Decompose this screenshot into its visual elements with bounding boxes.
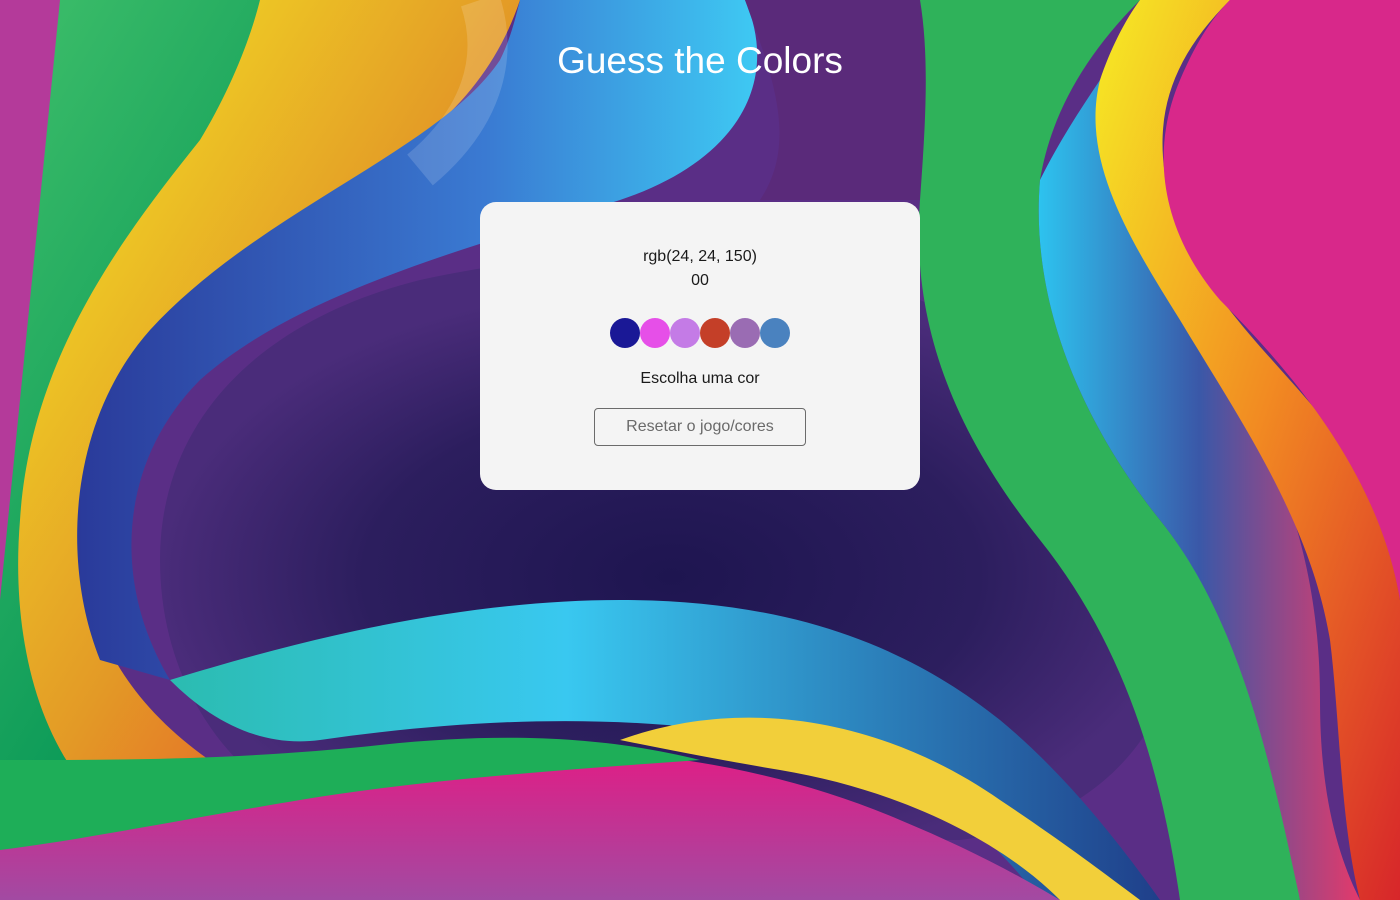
color-ball-1[interactable] <box>610 318 640 348</box>
game-card: rgb(24, 24, 150) 00 Escolha uma cor Rese… <box>480 202 920 490</box>
color-balls-container <box>480 318 920 348</box>
reset-game-button[interactable]: Resetar o jogo/cores <box>594 408 806 446</box>
color-ball-3[interactable] <box>670 318 700 348</box>
color-ball-5[interactable] <box>730 318 760 348</box>
color-ball-6[interactable] <box>760 318 790 348</box>
score-display: 00 <box>691 272 709 289</box>
page-title: Guess the Colors <box>557 40 843 81</box>
color-ball-4[interactable] <box>700 318 730 348</box>
answer-text: Escolha uma cor <box>640 370 760 387</box>
color-ball-2[interactable] <box>640 318 670 348</box>
rgb-color-text: rgb(24, 24, 150) <box>643 248 757 265</box>
